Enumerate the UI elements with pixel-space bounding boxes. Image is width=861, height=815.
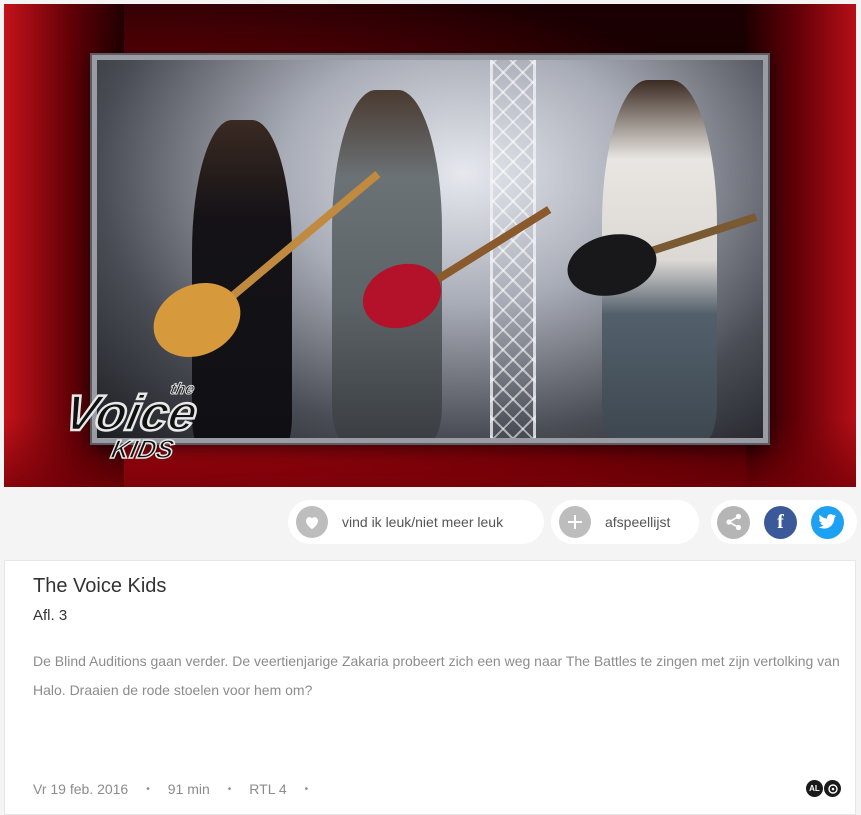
- program-meta: Vr 19 feb. 2016 • 91 min • RTL 4 •: [33, 781, 326, 797]
- episode-label: Afl. 3: [33, 607, 68, 624]
- logo-text-voice: Voice: [59, 385, 202, 441]
- heart-icon: [296, 506, 328, 538]
- kijkwijzer-ratings: AL: [806, 780, 841, 797]
- video-player[interactable]: the Voice KIDS: [4, 4, 856, 487]
- channel: RTL 4: [249, 781, 287, 797]
- duration: 91 min: [167, 781, 210, 797]
- performer-center: [332, 90, 442, 438]
- add-to-playlist-button[interactable]: afspeellijst: [551, 500, 699, 544]
- logo-text-kids: KIDS: [108, 434, 177, 464]
- like-label: vind ik leuk/niet meer leuk: [342, 514, 504, 530]
- rating-all-ages-icon: AL: [806, 780, 823, 797]
- share-group: f: [711, 500, 857, 544]
- action-bar: vind ik leuk/niet meer leuk afspeellijst…: [0, 500, 861, 548]
- rating-content-icon: [824, 780, 841, 797]
- broadcast-date: Vr 19 feb. 2016: [33, 781, 129, 797]
- program-description: De Blind Auditions gaan verder. De veert…: [33, 653, 840, 698]
- program-title: The Voice Kids: [33, 575, 167, 597]
- the-voice-kids-logo: the Voice KIDS: [58, 380, 204, 465]
- playlist-label: afspeellijst: [605, 514, 671, 530]
- meta-separator: •: [304, 783, 309, 795]
- plus-icon: [559, 506, 591, 538]
- meta-separator: •: [146, 783, 150, 795]
- stage-truss: [490, 60, 536, 438]
- like-button[interactable]: vind ik leuk/niet meer leuk: [288, 500, 544, 544]
- share-icon[interactable]: [717, 505, 750, 539]
- facebook-icon[interactable]: f: [764, 505, 797, 539]
- twitter-icon[interactable]: [811, 505, 844, 539]
- program-info-card: The Voice Kids Afl. 3 De Blind Auditions…: [4, 560, 856, 815]
- meta-separator: •: [227, 783, 232, 795]
